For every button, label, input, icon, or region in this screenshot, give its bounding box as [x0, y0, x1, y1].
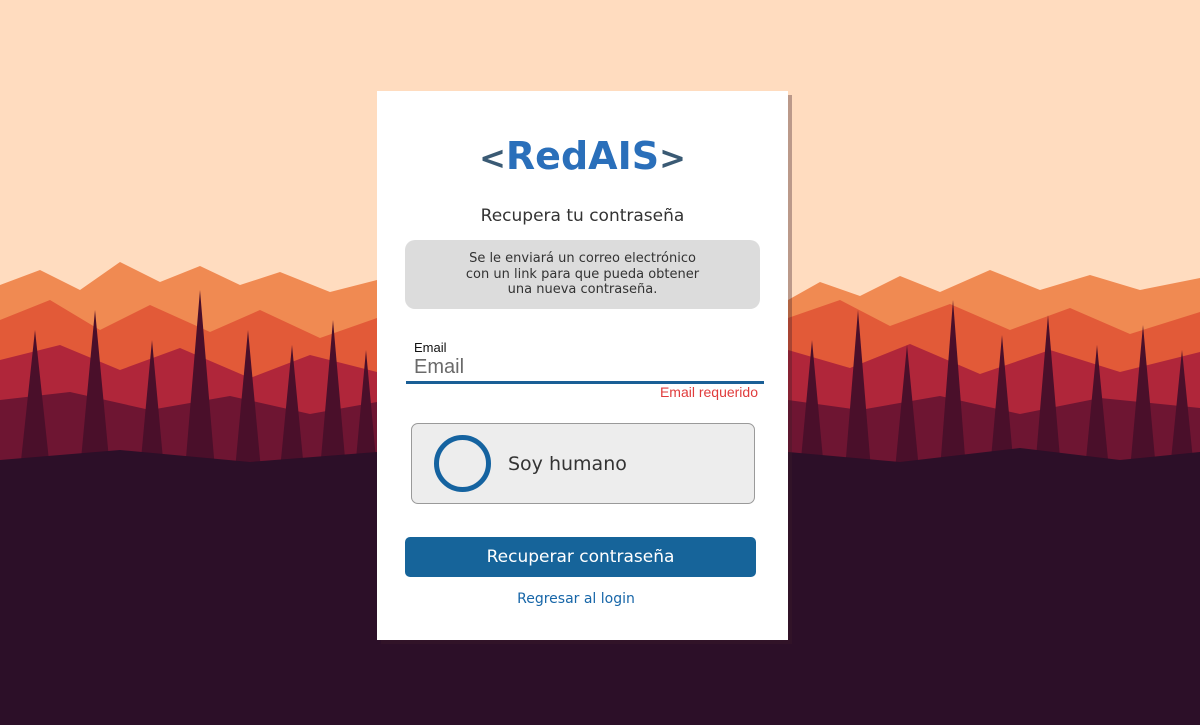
info-message-box: Se le enviará un correo electrónico con …: [405, 240, 760, 309]
human-verification-captcha[interactable]: Soy humano: [411, 423, 755, 504]
email-field[interactable]: [406, 353, 764, 384]
page-title: Recupera tu contraseña: [480, 206, 685, 226]
recover-password-button[interactable]: Recuperar contraseña: [405, 537, 756, 577]
info-line: con un link para que pueda obtener: [465, 266, 700, 282]
captcha-label: Soy humano: [508, 452, 627, 475]
captcha-circle-icon[interactable]: [434, 435, 491, 492]
info-line: una nueva contraseña.: [507, 282, 658, 298]
email-error-message: Email requerido: [659, 384, 758, 400]
redais-logo: <RedAIS>: [479, 134, 686, 178]
info-line: Se le enviará un correo electrónico: [469, 251, 696, 267]
recover-password-card: <RedAIS> Recupera tu contraseña Se le en…: [377, 91, 788, 640]
back-to-login-link[interactable]: Regresar al login: [377, 591, 775, 607]
